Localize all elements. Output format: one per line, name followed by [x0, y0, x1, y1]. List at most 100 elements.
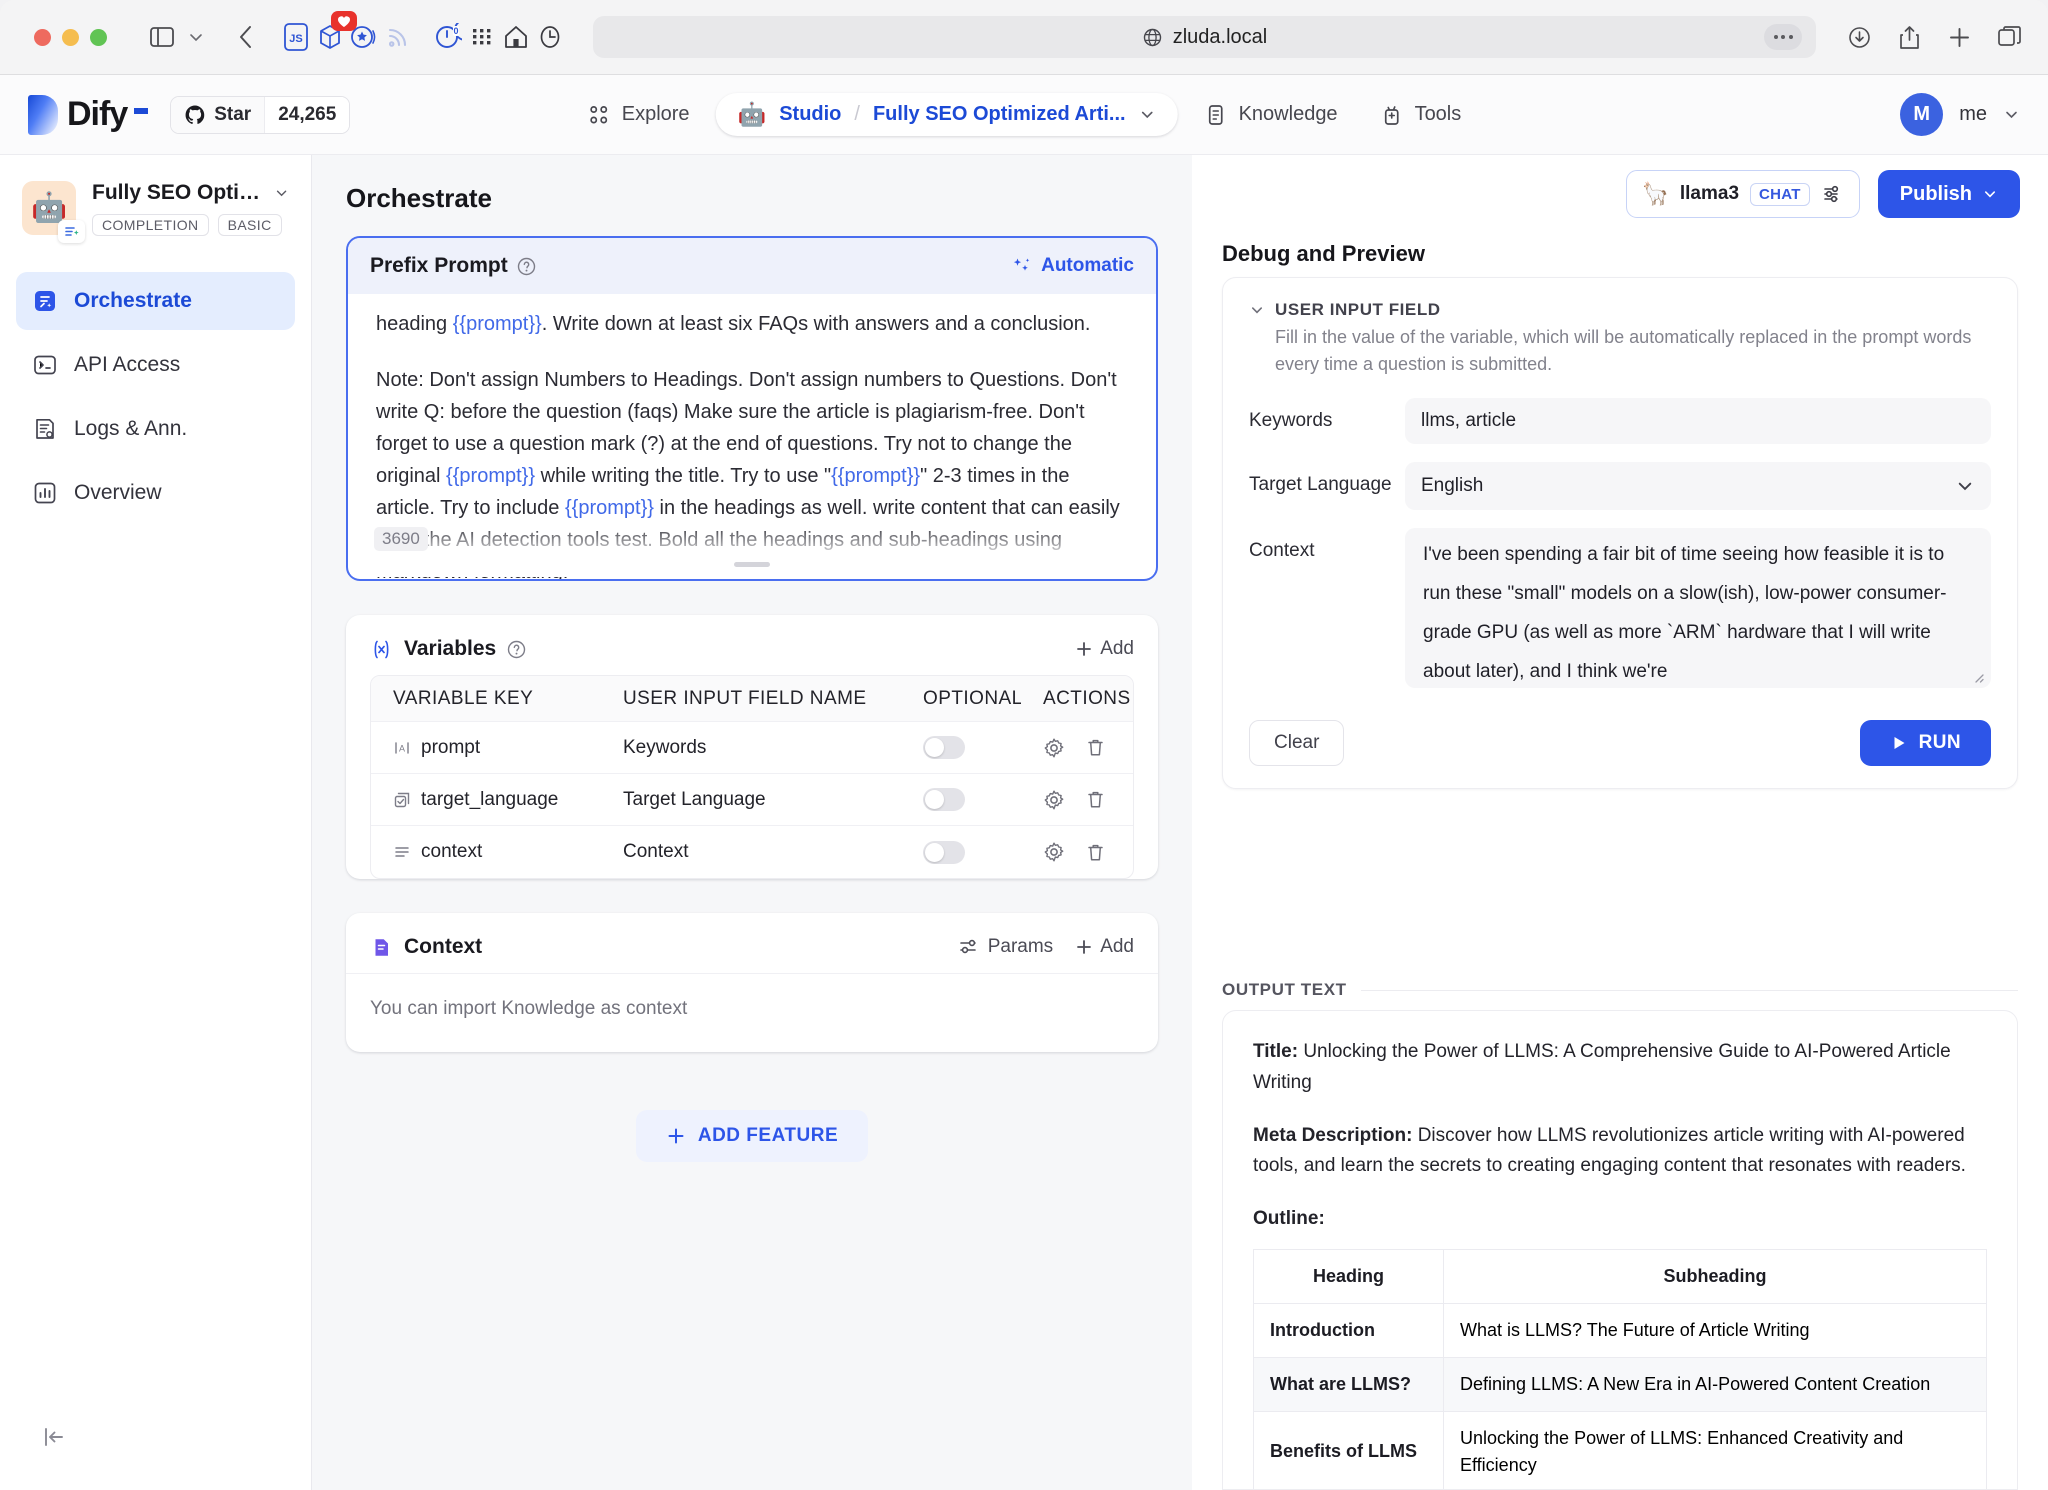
plus-icon [1077, 940, 1092, 954]
sidebar-item-api-access[interactable]: API Access [16, 336, 295, 394]
minimize-window-icon[interactable] [62, 28, 79, 46]
sidebar-item-logs[interactable]: Logs & Ann. [16, 400, 295, 458]
user-input-card: USER INPUT FIELD Fill in the value of th… [1222, 277, 2018, 789]
nav-explore[interactable]: Explore [571, 93, 706, 137]
trash-icon[interactable] [1085, 842, 1106, 863]
nav-knowledge[interactable]: Knowledge [1188, 93, 1354, 137]
run-button[interactable]: RUN [1859, 720, 1991, 766]
context-textarea[interactable]: I've been spending a fair bit of time se… [1405, 528, 1991, 688]
sidebar-item-label: Orchestrate [74, 289, 192, 312]
page-menu-icon[interactable] [1764, 24, 1802, 50]
breadcrumb-studio[interactable]: Studio [779, 103, 841, 126]
chevron-down-icon[interactable] [274, 185, 289, 201]
js-bookmark-icon[interactable]: JS [279, 20, 313, 54]
keywords-input[interactable]: llms, article [1405, 398, 1991, 444]
home-icon[interactable] [499, 20, 533, 54]
gear-icon[interactable] [1043, 789, 1065, 811]
studio-breadcrumb[interactable]: 🤖 Studio / Fully SEO Optimized Arti... [715, 93, 1178, 136]
trash-icon[interactable] [1085, 737, 1106, 758]
table-header-row: Heading Subheading [1253, 1248, 1987, 1304]
box-bookmark-icon[interactable] [313, 11, 357, 54]
optional-toggle[interactable] [923, 736, 965, 759]
logs-icon [36, 418, 54, 439]
add-feature-button[interactable]: ADD FEATURE [635, 1110, 869, 1162]
sidebar-toggle-icon[interactable] [145, 20, 179, 54]
address-bar[interactable]: zluda.local [593, 16, 1816, 58]
github-star-button[interactable]: Star 24,265 [170, 95, 351, 134]
variables-add-label: Add [1100, 638, 1134, 659]
optional-toggle[interactable] [923, 840, 965, 864]
chevron-down-icon[interactable] [2003, 106, 2020, 123]
chart-icon [34, 482, 56, 504]
plus-icon [668, 1128, 684, 1144]
sidebar-item-label: Overview [74, 481, 162, 504]
gear-icon[interactable] [1043, 737, 1065, 759]
context-card: Context Params Add You can import Knowle… [346, 913, 1158, 1052]
output-meta-bold: Meta Description: [1253, 1124, 1413, 1146]
sidebar-item-orchestrate[interactable]: Orchestrate [16, 272, 295, 330]
variable-field-name: Target Language [623, 788, 766, 810]
optional-toggle[interactable] [923, 788, 965, 811]
help-icon[interactable] [507, 640, 526, 659]
resize-grip-icon[interactable] [1971, 670, 1985, 684]
context-add-button[interactable]: Add [1075, 936, 1134, 958]
output-meta-line: Meta Description: Discover how LLMS revo… [1253, 1121, 1987, 1183]
maximize-window-icon[interactable] [90, 28, 107, 46]
table-row[interactable]: target_language Target Language [371, 774, 1133, 826]
clock-badge-icon[interactable]: 0 [431, 20, 465, 54]
model-selector[interactable]: 🦙 llama3 CHAT [1626, 170, 1860, 218]
breadcrumb-app-name[interactable]: Fully SEO Optimized Arti... [873, 103, 1126, 126]
variables-title: Variables [404, 637, 497, 660]
paragraph-type-icon [395, 847, 409, 857]
help-icon[interactable] [517, 257, 536, 276]
user-input-field-header[interactable]: USER INPUT FIELD [1223, 278, 2017, 324]
table-row[interactable]: A prompt Keywords [371, 722, 1133, 774]
field-keywords: Keywords llms, article [1223, 398, 2017, 462]
dify-logo[interactable]: Dify [28, 94, 149, 135]
star-label: Star [214, 103, 252, 125]
avatar[interactable]: M [1900, 93, 1944, 136]
model-params-icon[interactable] [1821, 182, 1845, 206]
output-text-label: OUTPUT TEXT [1222, 980, 1347, 999]
collapse-sidebar-button[interactable] [42, 1424, 68, 1450]
back-icon[interactable] [229, 20, 263, 54]
sidebar-item-overview[interactable]: Overview [16, 464, 295, 522]
history-icon[interactable] [533, 20, 567, 54]
prompt-resize-handle[interactable] [734, 562, 770, 567]
chevron-down-icon[interactable] [1139, 106, 1156, 123]
window-controls[interactable] [34, 28, 107, 46]
rss-icon[interactable] [381, 20, 415, 54]
chevron-down-icon[interactable] [1249, 302, 1265, 318]
publish-button[interactable]: Publish [1877, 170, 2020, 218]
app-card[interactable]: 🤖 Fully SEO Optim... COMPLETION BASIC [0, 155, 311, 250]
chevron-down-icon[interactable] [179, 20, 213, 54]
user-menu[interactable]: M me [1900, 93, 2020, 136]
tab-overview-icon[interactable] [1992, 20, 2026, 54]
nav-tools[interactable]: Tools [1364, 93, 1478, 137]
browser-toolbar: JS 0 zluda.local [0, 0, 2048, 75]
grid-apps-icon[interactable] [465, 20, 499, 54]
breadcrumb-separator: / [854, 103, 860, 125]
table-row: Introduction What is LLMS? The Future of… [1253, 1302, 1987, 1358]
close-window-icon[interactable] [34, 28, 51, 46]
debug-preview-panel: 🦙 llama3 CHAT Publish Debug and Preview … [1192, 155, 2048, 1490]
column-variable-key: VARIABLE KEY [393, 687, 534, 709]
gear-icon[interactable] [1043, 841, 1065, 863]
context-params-button[interactable]: Params [959, 936, 1053, 958]
svg-text:A: A [399, 743, 405, 753]
new-tab-icon[interactable] [1942, 20, 1976, 54]
user-name: me [1959, 103, 1987, 125]
variables-add-button[interactable]: Add [1075, 638, 1134, 660]
knowledge-icon [1208, 104, 1223, 125]
cell-heading: Introduction [1253, 1302, 1444, 1358]
app-screen: JS 0 zluda.local Dify Star 24,265 Explor… [0, 0, 2048, 1490]
downloads-icon[interactable] [1842, 20, 1876, 54]
automatic-button[interactable]: Automatic [1011, 255, 1134, 277]
clear-button[interactable]: Clear [1249, 720, 1345, 766]
target-language-select[interactable]: English [1405, 462, 1991, 510]
trash-icon[interactable] [1085, 789, 1106, 810]
prefix-prompt-card[interactable]: Prefix Prompt Automatic heading {{prompt… [346, 236, 1158, 581]
dify-underscore-icon [134, 107, 149, 114]
share-icon[interactable] [1892, 20, 1926, 54]
table-row[interactable]: context Context [371, 826, 1133, 878]
